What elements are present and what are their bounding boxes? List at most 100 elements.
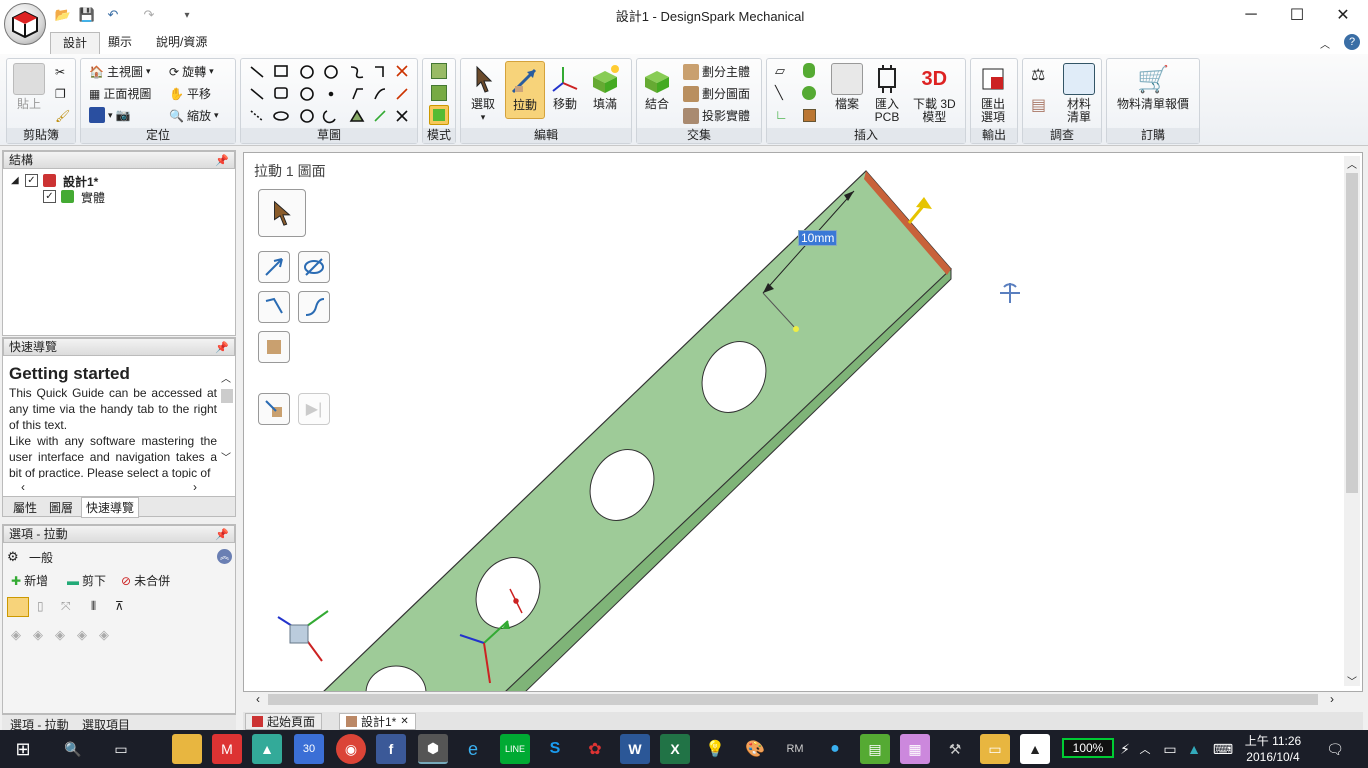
no-merge-option[interactable]: ⊘ 未合併 [121,572,170,589]
scroll-left-icon[interactable]: ‹ [256,692,260,706]
tab-display[interactable]: 顯示 [96,32,144,54]
scroll-right-icon[interactable]: › [193,480,197,494]
axis-icon[interactable]: ╲ [775,85,783,101]
tab-quickguide[interactable]: 快速導覽 [81,497,140,518]
scale-tool[interactable] [258,331,290,363]
notifications-icon[interactable]: 🗨 [1320,734,1350,764]
pin-icon[interactable]: 📌 [215,527,229,543]
bom-quote-button[interactable]: 🛒 物料清單報價 [1117,63,1189,111]
mass-icon[interactable]: ▤ [1031,95,1046,115]
home-view-button[interactable]: 🏠 主視圖 ▾ [89,63,151,80]
collapse-section-icon[interactable]: ︽ [217,549,232,564]
minimize-button[interactable]: ─ [1228,0,1274,30]
close-tab-icon[interactable]: ✕ [400,716,408,727]
word-icon[interactable]: W [620,734,650,764]
guide-vscrollbar[interactable]: ︿ ﹀ [221,370,235,470]
tab-properties[interactable]: 屬性 [13,499,37,516]
facebook-icon[interactable]: f [376,734,406,764]
body-checkbox[interactable]: ✓ [43,190,56,203]
network-icon[interactable]: ▭ [1160,734,1180,764]
power-icon[interactable]: ⚡ [1116,734,1134,764]
combine-button[interactable]: 結合 [641,63,673,111]
plane-icon[interactable]: ▱ [775,63,785,79]
app-menu-button[interactable] [4,3,46,45]
help-icon[interactable]: ? [1344,34,1360,50]
keyboard-icon[interactable]: ⌨ [1210,734,1236,764]
task-view-icon[interactable]: ▭ [106,734,136,764]
3d-viewport[interactable]: 拉動 1 圖面 10mm ▶| [243,152,1363,692]
sketch-mode-icon[interactable] [431,63,447,79]
front-view-button[interactable]: ▦ 正面視圖 [89,85,151,102]
spin-button[interactable]: ⟳ 旋轉 ▾ [169,63,214,80]
folder-app-icon[interactable]: ▭ [980,734,1010,764]
select-tool-button[interactable] [258,189,306,237]
clock[interactable]: 上午 11:26 2016/10/4 [1240,733,1306,765]
anchor-point[interactable] [793,326,799,332]
dimension-input[interactable]: 10mm [798,230,838,246]
root-checkbox[interactable]: ✓ [25,174,38,187]
app-flower-icon[interactable]: ✿ [580,734,610,764]
collapse-ribbon-icon[interactable]: ︿ [1320,36,1330,51]
tools-app-icon[interactable]: ⚒ [940,734,970,764]
tab-help[interactable]: 說明/資源 [144,32,219,54]
scroll-left-icon[interactable]: ‹ [21,480,25,494]
cut-option[interactable]: ▬ 剪下 [67,572,106,589]
excel-icon[interactable]: X [660,734,690,764]
cylinder-icon[interactable] [803,63,815,78]
image-app-icon[interactable]: ▦ [900,734,930,764]
bom-button[interactable]: 材料 清單 [1063,63,1095,124]
next-tool[interactable]: ▶| [298,393,330,425]
zoom-button[interactable]: 🔍 縮放 ▾ [169,107,219,124]
tree-root-label[interactable]: 設計1* [63,173,98,190]
line-icon[interactable]: LINE [500,734,530,764]
copy-icon[interactable]: ❐ [55,87,66,101]
mirror-option-icon[interactable]: ⫴ [91,599,96,614]
split-body-button[interactable]: 劃分主體 [683,63,750,80]
redo-icon[interactable]: ↷ [140,6,158,24]
pull-arrow-head[interactable] [916,197,932,209]
calendar-icon[interactable]: 30 [294,734,324,764]
complete-tool[interactable] [258,393,290,425]
chrome-icon[interactable]: ◉ [336,734,366,764]
view-triad[interactable] [277,610,329,662]
photos-icon[interactable]: ▲ [1020,734,1050,764]
add-option[interactable]: ✚ 新增 [11,572,48,589]
battery-indicator[interactable]: 100% [1062,738,1114,758]
close-button[interactable]: ✕ [1320,0,1366,30]
origin-icon[interactable]: ∟ [775,107,788,122]
viewport-vscrollbar[interactable]: ︿ ﹀ [1344,156,1360,688]
pin-icon[interactable]: 📌 [215,340,229,356]
project-button[interactable]: 投影實體 [683,107,750,124]
pin-icon[interactable]: 📌 [215,153,229,169]
skype-icon[interactable]: S [540,734,570,764]
sphere-icon[interactable] [802,86,816,100]
spin-center-icon[interactable] [1000,283,1020,303]
google-drive-icon[interactable]: ▲ [252,734,282,764]
tab-layers[interactable]: 圖層 [49,499,73,516]
revolve-tool[interactable] [298,251,330,283]
rm-app-icon[interactable]: RM [780,734,810,764]
chart-app-icon[interactable]: ▤ [860,734,890,764]
select-button[interactable]: 選取 ▾ [467,63,499,124]
section-mode-icon[interactable] [431,85,447,101]
import-pcb-button[interactable]: 匯入 PCB [871,63,903,124]
gmail-icon[interactable]: M [212,734,242,764]
maximize-button[interactable]: ☐ [1274,0,1320,30]
scroll-right-icon[interactable]: › [1330,692,1334,706]
show-hidden-icon[interactable]: ︿ [1136,734,1154,764]
revolve-option-icon[interactable]: ⤧ [61,599,71,614]
tab-design1[interactable]: 設計1* ✕ [339,713,416,730]
save-icon[interactable]: 💾 [78,6,96,24]
tree-body-label[interactable]: 實體 [81,189,105,206]
viewport-hscrollbar[interactable]: ‹ › [244,692,1344,708]
search-icon[interactable]: 🔍 [58,734,88,764]
pull-option-active-icon[interactable] [7,597,29,617]
file-explorer-icon[interactable] [172,734,202,764]
measure-option-icon[interactable]: ⊼ [115,599,124,613]
open-icon[interactable]: 📂 [54,6,72,24]
format-painter-icon[interactable]: 🖌 [55,109,70,123]
bird-app-icon[interactable]: ● [820,734,850,764]
designspark-taskbar-icon[interactable]: ⬢ [418,734,448,764]
move-button[interactable]: 移動 [549,63,581,111]
bar-top-face[interactable] [322,170,952,692]
